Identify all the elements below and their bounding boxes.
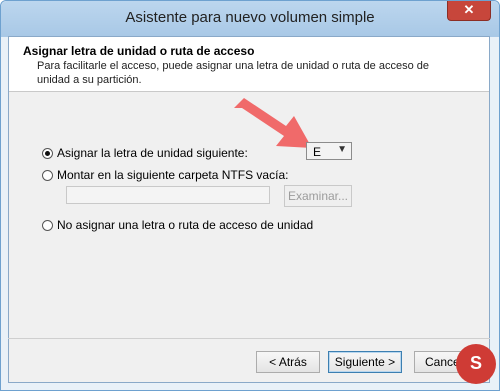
mount-path-input[interactable]	[66, 186, 270, 204]
wizard-page: Asignar letra de unidad o ruta de acceso…	[8, 36, 490, 383]
window-title: Asistente para nuevo volumen simple	[125, 9, 375, 26]
red-arrow-shape	[234, 98, 312, 148]
no-assign-label: No asignar una letra o ruta de acceso de…	[57, 218, 314, 232]
logo-letter: S	[469, 353, 482, 373]
radio-unchecked-icon	[42, 169, 53, 181]
back-button[interactable]: < Atrás	[256, 351, 320, 373]
close-icon: ✕	[463, 2, 475, 17]
mount-folder-label: Montar en la siguiente carpeta NTFS vací…	[57, 168, 289, 182]
assign-letter-radio[interactable]: Asignar la letra de unidad siguiente:	[42, 146, 248, 160]
footer-divider	[8, 338, 490, 339]
close-button[interactable]: ✕	[447, 1, 491, 21]
site-logo: S	[456, 344, 496, 384]
page-title: Asignar letra de unidad o ruta de acceso	[23, 44, 255, 58]
no-assign-radio[interactable]: No asignar una letra o ruta de acceso de…	[42, 218, 313, 232]
mount-folder-radio[interactable]: Montar en la siguiente carpeta NTFS vací…	[42, 168, 288, 182]
drive-letter-value: E	[313, 145, 322, 159]
browse-button[interactable]: Examinar...	[284, 185, 352, 207]
assign-letter-label: Asignar la letra de unidad siguiente:	[57, 146, 248, 160]
page-description: Para facilitarle el acceso, puede asigna…	[37, 60, 429, 86]
chevron-down-icon: ▼	[337, 144, 347, 155]
next-button[interactable]: Siguiente >	[328, 351, 402, 373]
radio-unchecked-icon	[42, 219, 53, 231]
radio-checked-icon	[42, 147, 53, 159]
drive-letter-select[interactable]: E ▼	[306, 142, 352, 160]
page-header: Asignar letra de unidad o ruta de acceso…	[9, 37, 489, 92]
title-bar: Asistente para nuevo volumen simple ✕	[1, 1, 499, 37]
